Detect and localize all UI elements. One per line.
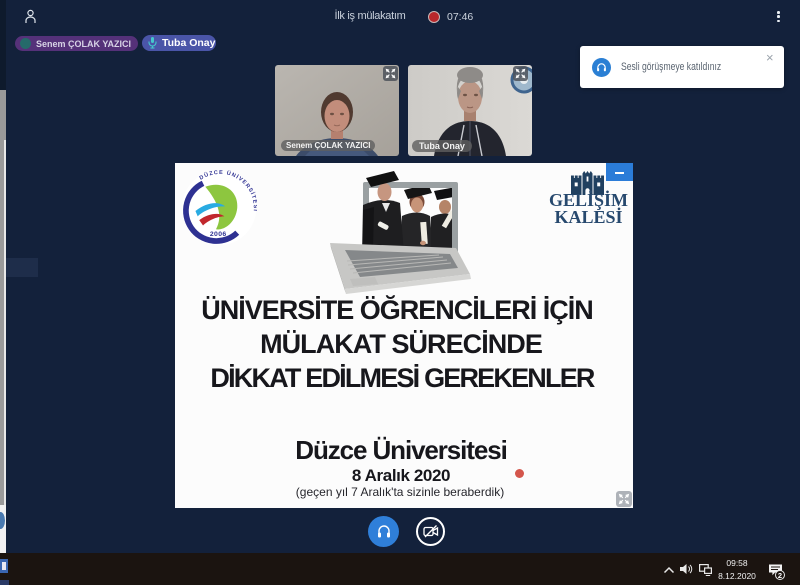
svg-text:2006: 2006 — [210, 231, 227, 238]
